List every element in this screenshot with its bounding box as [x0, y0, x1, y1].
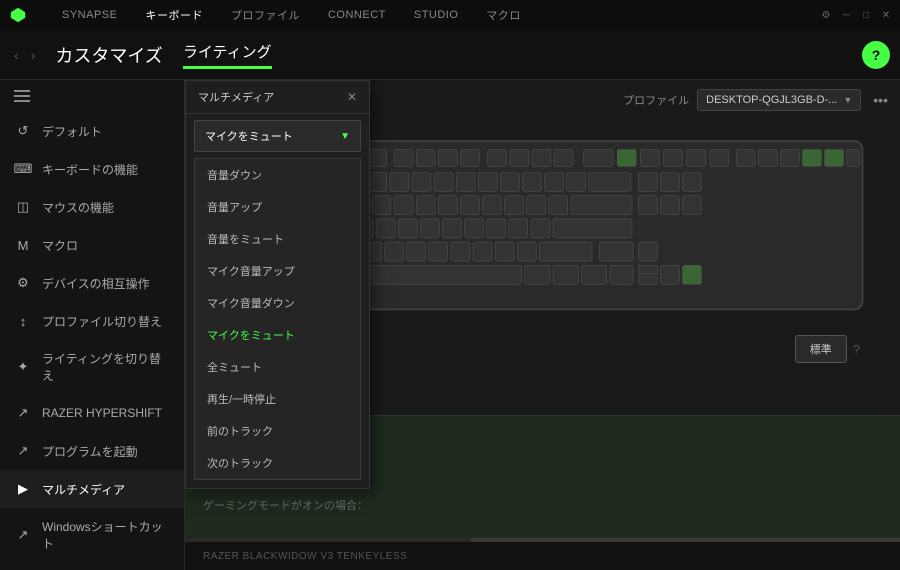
dropdown-item-mic-up[interactable]: マイク音量アップ [195, 255, 360, 287]
hamburger-icon [14, 90, 170, 102]
profile-selector[interactable]: DESKTOP-QGJL3GB-D-... ▼ [697, 89, 861, 111]
dropdown-item-mic-down[interactable]: マイク音量ダウン [195, 287, 360, 319]
tab-keyboard[interactable]: キーボード [131, 0, 217, 30]
page-title: カスタマイズ [55, 42, 162, 68]
dropdown-item-all-mute[interactable]: 全ミュート [195, 351, 360, 383]
profile-bar: プロファイル DESKTOP-QGJL3GB-D-... ▼ ••• [623, 88, 892, 112]
multimedia-icon: ▶ [14, 480, 32, 498]
sidebar-item-macro[interactable]: M マクロ [0, 226, 184, 264]
settings-icon[interactable]: ⚙ [820, 9, 832, 21]
dropdown-current-value: マイクをミュート [205, 128, 293, 144]
dropdown-item-volume-up[interactable]: 音量アップ [195, 191, 360, 223]
sidebar-label-windows-shortcut: Windowsショートカット [42, 518, 170, 552]
sidebar-item-mouse-func[interactable]: ◫ マウスの機能 [0, 188, 184, 226]
keyboard-icon: ⌨ [14, 160, 32, 178]
sidebar-label-device-interact: デバイスの相互操作 [42, 275, 150, 292]
tab-macro[interactable]: マクロ [472, 0, 535, 30]
sidebar-item-hypershift[interactable]: ↗ RAZER HYPERSHIFT [0, 394, 184, 432]
minimize-button[interactable]: ─ [840, 9, 852, 21]
sidebar-item-device-interact[interactable]: ⚙ デバイスの相互操作 [0, 264, 184, 302]
nav-arrows: ‹ › [10, 43, 39, 67]
sidebar-label-hypershift: RAZER HYPERSHIFT [42, 406, 162, 420]
profile-more-button[interactable]: ••• [869, 88, 892, 112]
sidebar-item-profile-switch[interactable]: ↕ プロファイル切り替え [0, 302, 184, 340]
launch-icon: ↗ [14, 442, 32, 460]
tab-connect[interactable]: CONNECT [314, 0, 400, 30]
sidebar-item-text-function[interactable]: ≡ テキスト機能 [0, 562, 184, 570]
toolbar: ‹ › カスタマイズ ライティング ? [0, 30, 900, 80]
sidebar-item-multimedia[interactable]: ▶ マルチメディア [0, 470, 184, 508]
windows-icon: ↗ [14, 526, 32, 544]
standard-help-icon[interactable]: ? [853, 342, 860, 357]
standard-button-area: 標準 ? [795, 335, 860, 363]
dropdown-item-volume-down[interactable]: 音量ダウン [195, 159, 360, 191]
mouse-icon: ◫ [14, 198, 32, 216]
lighting-icon: ✦ [14, 358, 32, 376]
standard-button[interactable]: 標準 [795, 335, 847, 363]
titlebar: SYNAPSE キーボード プロファイル CONNECT STUDIO マクロ … [0, 0, 900, 30]
razer-logo [8, 5, 28, 25]
titlebar-left: SYNAPSE キーボード プロファイル CONNECT STUDIO マクロ [8, 0, 535, 30]
nav-tabs: SYNAPSE キーボード プロファイル CONNECT STUDIO マクロ [48, 0, 535, 30]
dropdown-selector[interactable]: マイクをミュート ▼ [194, 120, 361, 152]
dropdown-list: 音量ダウン 音量アップ 音量をミュート マイク音量アップ マイク音量ダウン マイ… [194, 158, 361, 480]
sidebar-label-default: デフォルト [42, 123, 102, 140]
hypershift-icon: ↗ [14, 404, 32, 422]
sidebar-label-keyboard-func: キーボードの機能 [42, 161, 138, 178]
dropdown-arrow-icon: ▼ [340, 131, 350, 142]
dropdown-item-mic-mute[interactable]: マイクをミュート [195, 319, 360, 351]
tab-profile[interactable]: プロファイル [217, 0, 314, 30]
toolbar-right: ? [862, 41, 890, 69]
sidebar-label-mouse-func: マウスの機能 [42, 199, 114, 216]
dropdown-item-mute[interactable]: 音量をミュート [195, 223, 360, 255]
active-tab-label[interactable]: ライティング [183, 41, 272, 69]
dropdown-section-title: マルチメディア [198, 89, 274, 105]
content-area: プロファイル DESKTOP-QGJL3GB-D-... ▼ ••• [185, 80, 900, 570]
gaming-mode-footer: RAZER BLACKWIDOW V3 TENKEYLESS [185, 542, 900, 570]
device-icon: ⚙ [14, 274, 32, 292]
maximize-button[interactable]: □ [860, 9, 872, 21]
profile-current: DESKTOP-QGJL3GB-D-... [706, 94, 837, 106]
sidebar-label-launch-program: プログラムを起動 [42, 443, 138, 460]
sidebar-label-lighting-switch: ライティングを切り替え [42, 350, 170, 384]
sidebar-item-launch-program[interactable]: ↗ プログラムを起動 [0, 432, 184, 470]
sidebar: ↺ デフォルト ⌨ キーボードの機能 ◫ マウスの機能 M マクロ ⚙ デバイス… [0, 80, 185, 570]
device-name-label: RAZER BLACKWIDOW V3 TENKEYLESS [203, 551, 407, 562]
titlebar-controls: ⚙ ─ □ ✕ [820, 9, 892, 21]
tab-studio[interactable]: STUDIO [400, 0, 473, 30]
sidebar-item-lighting-switch[interactable]: ✦ ライティングを切り替え [0, 340, 184, 394]
dropdown-close-button[interactable]: ✕ [347, 90, 357, 104]
profile-dropdown-arrow: ▼ [843, 95, 852, 105]
dropdown-item-next-track[interactable]: 次のトラック [195, 447, 360, 479]
hamburger-menu[interactable] [0, 80, 184, 112]
sidebar-label-multimedia: マルチメディア [42, 481, 125, 498]
gaming-mode-description: ゲーミングモードがオンの場合： [203, 497, 882, 513]
sidebar-item-keyboard-func[interactable]: ⌨ キーボードの機能 [0, 150, 184, 188]
forward-arrow[interactable]: › [27, 43, 40, 67]
sidebar-item-windows-shortcut[interactable]: ↗ Windowsショートカット [0, 508, 184, 562]
sidebar-item-default[interactable]: ↺ デフォルト [0, 112, 184, 150]
tab-synapse[interactable]: SYNAPSE [48, 0, 131, 30]
close-button[interactable]: ✕ [880, 9, 892, 21]
help-button[interactable]: ? [862, 41, 890, 69]
sidebar-label-profile-switch: プロファイル切り替え [42, 313, 162, 330]
profile-switch-icon: ↕ [14, 312, 32, 330]
dropdown-item-play-pause[interactable]: 再生/一時停止 [195, 383, 360, 415]
macro-icon: M [14, 236, 32, 254]
profile-label: プロファイル [623, 92, 689, 108]
main-content: ↺ デフォルト ⌨ キーボードの機能 ◫ マウスの機能 M マクロ ⚙ デバイス… [0, 80, 900, 570]
dropdown-item-prev-track[interactable]: 前のトラック [195, 415, 360, 447]
back-arrow[interactable]: ‹ [10, 43, 23, 67]
sidebar-label-macro: マクロ [42, 237, 78, 254]
dropdown-header: マルチメディア ✕ [186, 81, 369, 114]
refresh-icon: ↺ [14, 122, 32, 140]
multimedia-dropdown: マルチメディア ✕ マイクをミュート ▼ 音量ダウン 音量アップ 音量をミュート… [185, 80, 370, 489]
